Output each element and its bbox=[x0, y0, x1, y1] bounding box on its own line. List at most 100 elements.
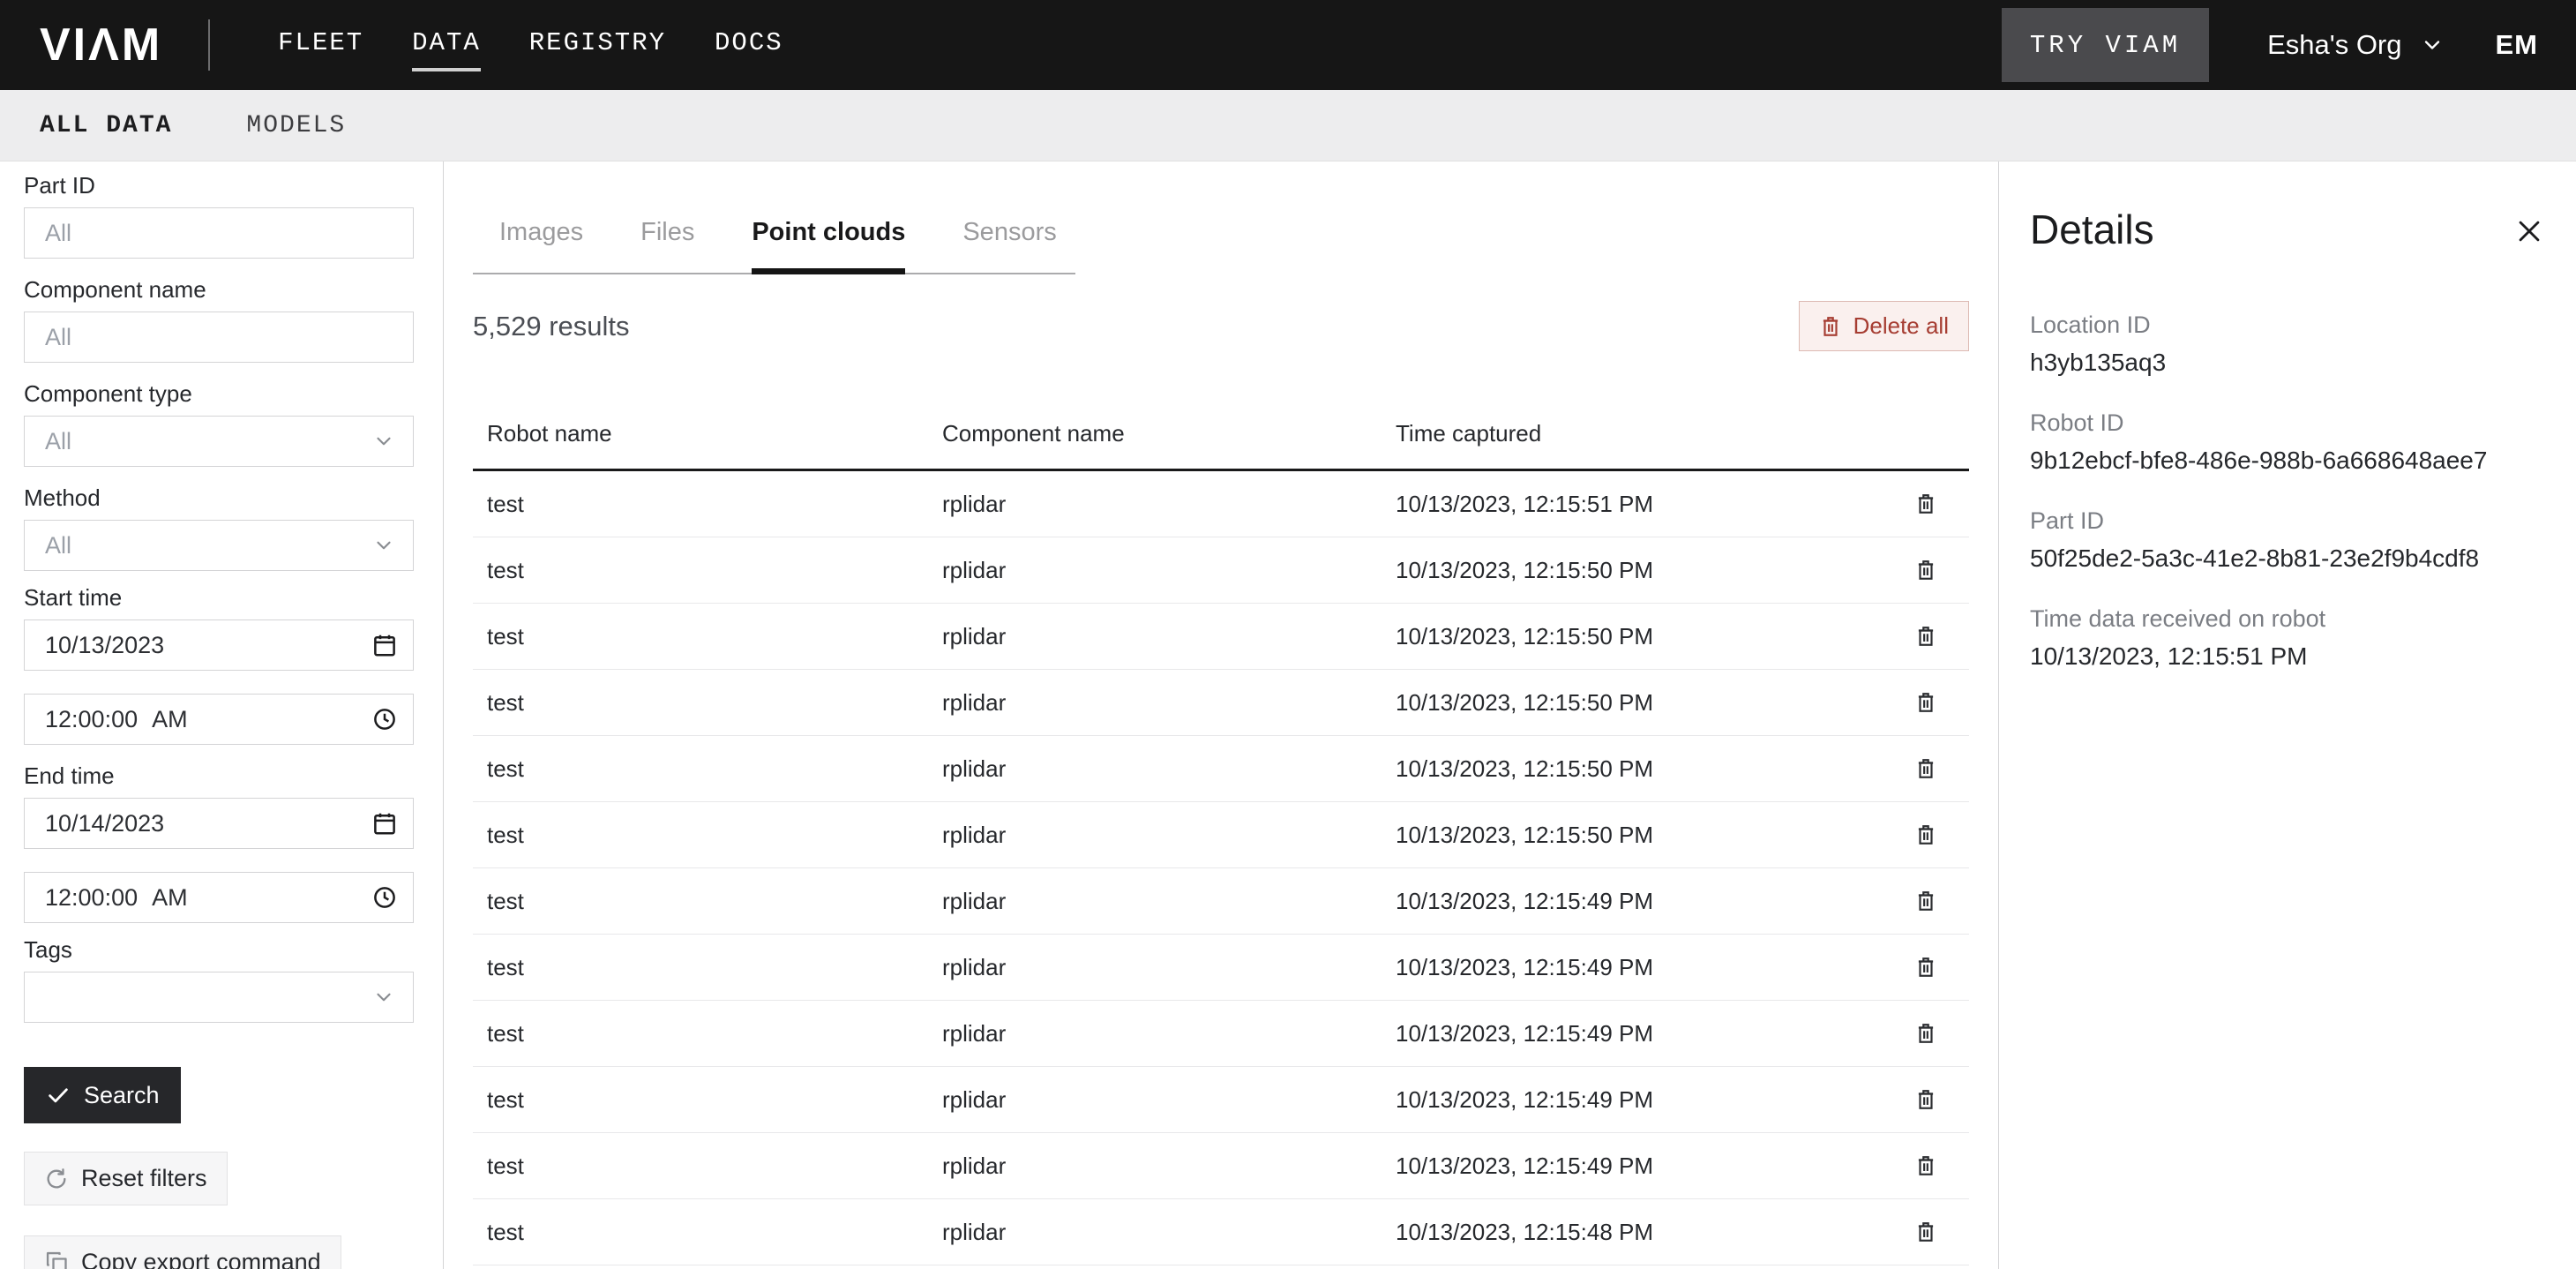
trash-icon bbox=[1819, 315, 1842, 338]
cell-time-captured: 10/13/2023, 12:15:50 PM bbox=[1382, 623, 1893, 650]
method-value: All bbox=[45, 532, 71, 559]
cell-time-captured: 10/13/2023, 12:15:50 PM bbox=[1382, 822, 1893, 849]
chevron-down-icon bbox=[372, 534, 395, 557]
close-icon[interactable] bbox=[2514, 216, 2544, 246]
clock-icon[interactable] bbox=[371, 706, 398, 732]
cell-robot-name: test bbox=[473, 822, 928, 849]
component-type-select[interactable]: All bbox=[24, 416, 414, 467]
try-viam-button[interactable]: TRY VIAM bbox=[2002, 8, 2209, 82]
chevron-down-icon bbox=[372, 430, 395, 453]
details-field-part-id: Part ID 50f25de2-5a3c-41e2-8b81-23e2f9b4… bbox=[2030, 507, 2545, 573]
details-field-value: 9b12ebcf-bfe8-486e-988b-6a668648aee7 bbox=[2030, 447, 2545, 475]
details-field-time-data-received-on-robot: Time data received on robot 10/13/2023, … bbox=[2030, 605, 2545, 671]
cell-time-captured: 10/13/2023, 12:15:49 PM bbox=[1382, 1153, 1893, 1180]
cell-time-captured: 10/13/2023, 12:15:49 PM bbox=[1382, 954, 1893, 981]
table-row[interactable]: test rplidar 10/13/2023, 12:15:49 PM bbox=[473, 868, 1969, 935]
copy-export-button[interactable]: Copy export command bbox=[24, 1235, 341, 1269]
end-time-input[interactable] bbox=[24, 872, 414, 923]
trash-icon bbox=[1914, 1022, 1937, 1045]
table-row[interactable]: test rplidar 10/13/2023, 12:15:50 PM bbox=[473, 736, 1969, 802]
user-avatar[interactable]: EM bbox=[2496, 29, 2539, 61]
table-row[interactable]: test rplidar 10/13/2023, 12:15:49 PM bbox=[473, 1001, 1969, 1067]
delete-row-button[interactable] bbox=[1914, 890, 1937, 912]
details-field-location-id: Location ID h3yb135aq3 bbox=[2030, 312, 2545, 377]
delete-row-button[interactable] bbox=[1914, 691, 1937, 714]
cell-time-captured: 10/13/2023, 12:15:50 PM bbox=[1382, 689, 1893, 717]
method-select[interactable]: All bbox=[24, 520, 414, 571]
table-row[interactable]: test rplidar 10/13/2023, 12:15:51 PM bbox=[473, 471, 1969, 537]
table-row[interactable]: test rplidar 10/13/2023, 12:15:48 PM bbox=[473, 1265, 1969, 1269]
delete-row-button[interactable] bbox=[1914, 823, 1937, 846]
start-date-input[interactable] bbox=[24, 619, 414, 671]
cell-component-name: rplidar bbox=[928, 1086, 1382, 1114]
calendar-icon[interactable] bbox=[371, 632, 398, 658]
clock-icon[interactable] bbox=[371, 884, 398, 911]
table-row[interactable]: test rplidar 10/13/2023, 12:15:49 PM bbox=[473, 935, 1969, 1001]
component-name-label: Component name bbox=[24, 276, 414, 303]
delete-row-button[interactable] bbox=[1914, 1088, 1937, 1111]
nav-divider bbox=[208, 19, 210, 71]
trash-icon bbox=[1914, 691, 1937, 714]
start-time-input[interactable] bbox=[24, 694, 414, 745]
delete-row-button[interactable] bbox=[1914, 559, 1937, 582]
delete-row-button[interactable] bbox=[1914, 1154, 1937, 1177]
tab-images[interactable]: Images bbox=[499, 218, 583, 273]
reset-filters-button[interactable]: Reset filters bbox=[24, 1152, 228, 1205]
trash-icon bbox=[1914, 625, 1937, 648]
delete-row-button[interactable] bbox=[1914, 492, 1937, 515]
tab-point-clouds[interactable]: Point clouds bbox=[752, 218, 905, 274]
table-row[interactable]: test rplidar 10/13/2023, 12:15:50 PM bbox=[473, 537, 1969, 604]
table-row[interactable]: test rplidar 10/13/2023, 12:15:49 PM bbox=[473, 1067, 1969, 1133]
tags-select[interactable] bbox=[24, 972, 414, 1023]
delete-row-button[interactable] bbox=[1914, 956, 1937, 979]
cell-time-captured: 10/13/2023, 12:15:49 PM bbox=[1382, 1086, 1893, 1114]
tab-files[interactable]: Files bbox=[640, 218, 694, 273]
column-header-robot-name: Robot name bbox=[473, 420, 928, 447]
component-name-input[interactable] bbox=[24, 312, 414, 363]
nav-item-registry[interactable]: REGISTRY bbox=[529, 19, 666, 71]
details-field-label: Location ID bbox=[2030, 312, 2545, 339]
details-fields: Location ID h3yb135aq3 Robot ID 9b12ebcf… bbox=[2030, 312, 2545, 671]
cell-robot-name: test bbox=[473, 1153, 928, 1180]
end-date-input[interactable] bbox=[24, 798, 414, 849]
component-type-value: All bbox=[45, 428, 71, 455]
tab-sensors[interactable]: Sensors bbox=[962, 218, 1056, 273]
subnav-tab-all-data[interactable]: ALL DATA bbox=[40, 112, 172, 139]
cell-robot-name: test bbox=[473, 491, 928, 518]
chevron-down-icon bbox=[372, 986, 395, 1009]
details-field-value: 10/13/2023, 12:15:51 PM bbox=[2030, 642, 2545, 671]
delete-row-button[interactable] bbox=[1914, 757, 1937, 780]
table-row[interactable]: test rplidar 10/13/2023, 12:15:49 PM bbox=[473, 1133, 1969, 1199]
cell-component-name: rplidar bbox=[928, 557, 1382, 584]
table-row[interactable]: test rplidar 10/13/2023, 12:15:50 PM bbox=[473, 670, 1969, 736]
calendar-icon[interactable] bbox=[371, 810, 398, 837]
nav-item-docs[interactable]: DOCS bbox=[715, 19, 783, 71]
viam-logo[interactable]: VIΛM bbox=[40, 19, 162, 71]
org-switcher[interactable]: Esha's Org bbox=[2267, 29, 2444, 61]
search-button[interactable]: Search bbox=[24, 1067, 181, 1123]
nav-item-fleet[interactable]: FLEET bbox=[278, 19, 363, 71]
delete-row-button[interactable] bbox=[1914, 625, 1937, 648]
table-row[interactable]: test rplidar 10/13/2023, 12:15:50 PM bbox=[473, 604, 1969, 670]
table-row[interactable]: test rplidar 10/13/2023, 12:15:50 PM bbox=[473, 802, 1969, 868]
details-field-label: Time data received on robot bbox=[2030, 605, 2545, 633]
trash-icon bbox=[1914, 890, 1937, 912]
cell-time-captured: 10/13/2023, 12:15:50 PM bbox=[1382, 755, 1893, 783]
nav-item-data[interactable]: DATA bbox=[412, 19, 481, 71]
end-time-label: End time bbox=[24, 762, 414, 789]
cell-component-name: rplidar bbox=[928, 822, 1382, 849]
details-field-value: 50f25de2-5a3c-41e2-8b81-23e2f9b4cdf8 bbox=[2030, 544, 2545, 573]
table-row[interactable]: test rplidar 10/13/2023, 12:15:48 PM bbox=[473, 1199, 1969, 1265]
subnav-tab-models[interactable]: MODELS bbox=[246, 112, 346, 139]
cell-time-captured: 10/13/2023, 12:15:49 PM bbox=[1382, 888, 1893, 915]
delete-row-button[interactable] bbox=[1914, 1022, 1937, 1045]
cell-component-name: rplidar bbox=[928, 1153, 1382, 1180]
table-body: test rplidar 10/13/2023, 12:15:51 PM tes… bbox=[473, 471, 1969, 1269]
cell-component-name: rplidar bbox=[928, 954, 1382, 981]
delete-all-button[interactable]: Delete all bbox=[1799, 301, 1969, 351]
reset-filters-label: Reset filters bbox=[81, 1165, 207, 1192]
delete-row-button[interactable] bbox=[1914, 1220, 1937, 1243]
cell-time-captured: 10/13/2023, 12:15:48 PM bbox=[1382, 1219, 1893, 1246]
part-id-input[interactable] bbox=[24, 207, 414, 259]
main-panel: ImagesFilesPoint cloudsSensors 5,529 res… bbox=[444, 161, 1998, 1269]
